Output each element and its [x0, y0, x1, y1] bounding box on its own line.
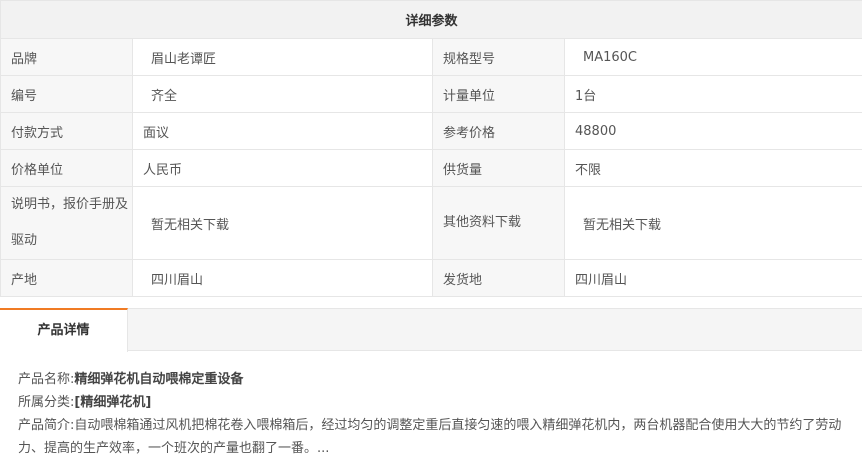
- table-row: 说明书，报价手册及驱动 暂无相关下载 其他资料下载 暂无相关下载: [0, 186, 862, 260]
- category-link[interactable]: [精细弹花机]: [74, 395, 151, 410]
- table-row: 品牌 眉山老谭匠 规格型号 MA160C: [0, 38, 862, 76]
- table-row: 付款方式 面议 参考价格 48800: [0, 112, 862, 150]
- param-label: 编号: [0, 75, 133, 113]
- param-label: 计量单位: [432, 75, 565, 113]
- param-label: 规格型号: [432, 38, 565, 76]
- category-line: 所属分类:[精细弹花机]: [18, 391, 848, 414]
- param-value: 面议: [132, 112, 433, 150]
- product-name-line: 产品名称:精细弹花机自动喂棉定重设备: [18, 368, 848, 391]
- param-value: 不限: [563, 149, 862, 187]
- param-value: 四川眉山: [563, 259, 862, 297]
- intro-line: 产品简介:自动喂棉箱通过风机把棉花卷入喂棉箱后，经过均匀的调整定重后直接匀速的喂…: [18, 414, 848, 460]
- intro-label: 产品简介:: [18, 418, 75, 433]
- category-label: 所属分类:: [18, 395, 75, 410]
- param-value: 眉山老谭匠: [132, 38, 433, 76]
- param-label: 其他资料下载: [432, 186, 565, 260]
- param-value: 1台: [563, 75, 862, 113]
- param-value: 48800: [563, 112, 862, 150]
- params-table: 详细参数 品牌 眉山老谭匠 规格型号 MA160C 编号 齐全 计量单位 1台 …: [0, 0, 862, 297]
- table-row: 价格单位 人民币 供货量 不限: [0, 149, 862, 187]
- param-label: 付款方式: [0, 112, 133, 150]
- param-label: 产地: [0, 259, 133, 297]
- tab-product-detail[interactable]: 产品详情: [0, 308, 128, 352]
- param-value: MA160C: [563, 38, 862, 76]
- param-value: 四川眉山: [132, 259, 433, 297]
- table-row: 产地 四川眉山 发货地 四川眉山: [0, 259, 862, 297]
- intro-text: 自动喂棉箱通过风机把棉花卷入喂棉箱后，经过均匀的调整定重后直接匀速的喂入精细弹花…: [18, 418, 842, 456]
- param-label: 供货量: [432, 149, 565, 187]
- download-link[interactable]: 暂无相关下载: [563, 186, 862, 260]
- detail-tab-bar: 产品详情: [0, 308, 862, 352]
- params-title: 详细参数: [0, 0, 862, 39]
- param-label: 说明书，报价手册及驱动: [0, 186, 133, 260]
- product-detail: 产品名称:精细弹花机自动喂棉定重设备 所属分类:[精细弹花机] 产品简介:自动喂…: [18, 368, 848, 460]
- param-label: 品牌: [0, 38, 133, 76]
- param-value: 人民币: [132, 149, 433, 187]
- param-label: 参考价格: [432, 112, 565, 150]
- param-label: 发货地: [432, 259, 565, 297]
- table-row: 编号 齐全 计量单位 1台: [0, 75, 862, 113]
- param-label: 价格单位: [0, 149, 133, 187]
- product-name-label: 产品名称:: [18, 372, 75, 387]
- product-name-value: 精细弹花机自动喂棉定重设备: [74, 372, 244, 387]
- download-link[interactable]: 暂无相关下载: [132, 186, 433, 260]
- param-value: 齐全: [132, 75, 433, 113]
